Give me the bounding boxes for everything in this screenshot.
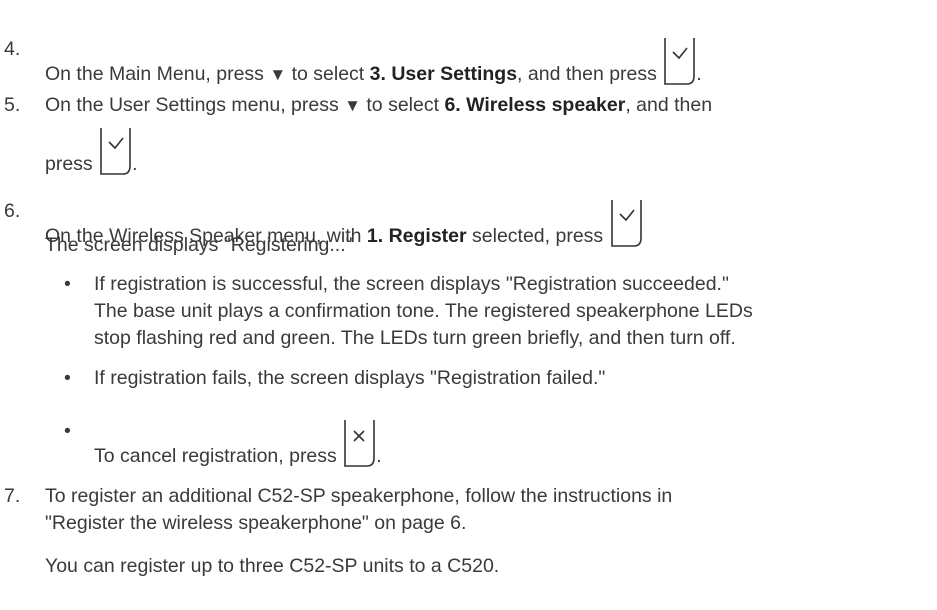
step-number: 6. [4, 200, 21, 222]
down-arrow-icon: ▼ [269, 65, 287, 84]
step-note: The screen displays "Registering..." [45, 234, 353, 256]
bullet-marker: • [64, 420, 71, 442]
step-text: On the Main Menu, press ▼ to select 3. U… [45, 36, 702, 88]
step-number: 5. [4, 94, 21, 116]
menu-item-label: 3. User Settings [369, 63, 518, 85]
step-text: press . [45, 126, 138, 178]
step-text: To register an additional C52-SP speaker… [45, 485, 673, 507]
menu-item-label: 6. Wireless speaker [444, 94, 626, 116]
bullet-text: If registration fails, the screen displa… [94, 367, 606, 389]
checkmark-key-icon [98, 126, 132, 178]
bullet-text: To cancel registration, press . [94, 418, 382, 470]
page-reference-text: "Register the wireless speakerphone" on … [45, 512, 467, 534]
step-text: On the User Settings menu, press ▼ to se… [45, 94, 713, 116]
cancel-key-icon [342, 418, 376, 470]
bullet-marker: • [64, 273, 71, 295]
bullet-marker: • [64, 367, 71, 389]
menu-item-label: 1. Register [366, 225, 467, 247]
step-number: 7. [4, 485, 21, 507]
checkmark-key-icon [609, 198, 643, 250]
checkmark-key-icon [662, 36, 696, 88]
step-note: You can register up to three C52-SP unit… [45, 555, 500, 577]
step-number: 4. [4, 38, 21, 60]
bullet-text: stop flashing red and green. The LEDs tu… [94, 327, 736, 349]
down-arrow-icon: ▼ [344, 96, 361, 115]
bullet-text: If registration is successful, the scree… [94, 273, 729, 295]
bullet-text: The base unit plays a confirmation tone.… [94, 300, 753, 322]
